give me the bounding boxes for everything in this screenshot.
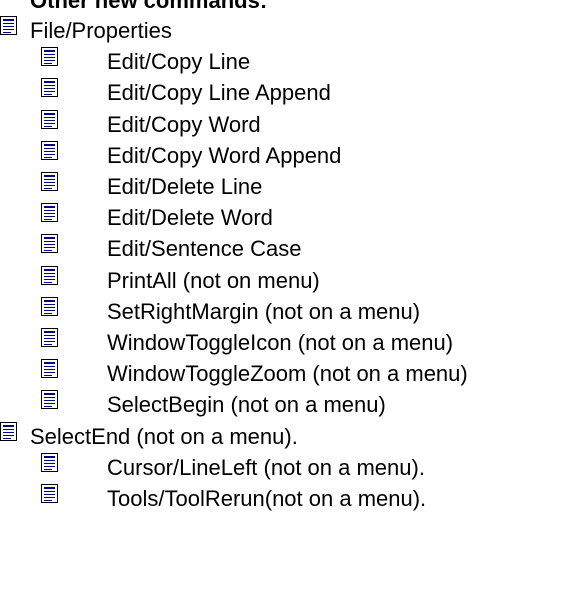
topic-page-icon (41, 265, 58, 285)
topic-page-icon (41, 390, 58, 410)
topic-item[interactable]: SelectBegin (not on a menu) (0, 390, 582, 421)
topic-link[interactable]: Edit/Copy Word (107, 112, 261, 138)
topic-link[interactable]: WindowToggleIcon (not on a menu) (107, 330, 453, 356)
topic-item[interactable]: SelectEnd (not on a menu). (0, 421, 582, 453)
section-heading: Other new commands: (30, 0, 268, 13)
topic-link[interactable]: SetRightMargin (not on a menu) (107, 299, 420, 325)
topic-item[interactable]: WindowToggleZoom (not on a menu) (0, 359, 582, 390)
topic-link[interactable]: Edit/Delete Line (107, 174, 262, 200)
topic-item[interactable]: Edit/Delete Word (0, 203, 582, 234)
topic-link[interactable]: Cursor/LineLeft (not on a menu). (107, 455, 425, 481)
topic-page-icon (41, 484, 58, 503)
topic-link[interactable]: Tools/ToolRerun(not on a menu). (107, 486, 426, 512)
topic-page-icon (41, 140, 58, 160)
topic-item[interactable]: Edit/Sentence Case (0, 234, 582, 265)
topic-item[interactable]: Edit/Copy Word (0, 109, 582, 141)
topic-link[interactable]: Edit/Sentence Case (107, 236, 301, 262)
topic-page-icon (41, 328, 58, 347)
topic-item[interactable]: PrintAll (not on menu) (0, 265, 582, 297)
topic-link[interactable]: Edit/Copy Word Append (107, 143, 341, 169)
topic-page-icon (41, 234, 58, 254)
topic-link[interactable]: Edit/Copy Line Append (107, 80, 331, 106)
topic-item[interactable]: Edit/Copy Line Append (0, 78, 582, 109)
topic-item[interactable]: Edit/Delete Line (0, 172, 582, 203)
topic-page-icon (41, 172, 58, 191)
topic-page-icon (41, 78, 58, 98)
topic-link[interactable]: File/Properties (30, 18, 172, 44)
topic-link[interactable]: SelectBegin (not on a menu) (107, 392, 386, 418)
topic-link[interactable]: PrintAll (not on menu) (107, 268, 320, 294)
topic-item[interactable]: WindowToggleIcon (not on a menu) (0, 328, 582, 359)
topic-item[interactable]: Tools/ToolRerun(not on a menu). (0, 484, 582, 515)
topic-page-icon (41, 296, 58, 316)
topic-page-icon (41, 359, 58, 379)
topic-item[interactable]: Edit/Copy Word Append (0, 140, 582, 172)
topic-link[interactable]: Edit/Copy Line (107, 49, 250, 75)
topic-page-icon (41, 203, 58, 223)
topic-page-icon (41, 47, 58, 67)
topic-link[interactable]: WindowToggleZoom (not on a menu) (107, 361, 468, 387)
topic-page-icon (41, 109, 58, 129)
topic-link[interactable]: SelectEnd (not on a menu). (30, 424, 298, 450)
topic-item[interactable]: Edit/Copy Line (0, 47, 582, 78)
topic-page-icon (0, 16, 17, 35)
topic-item[interactable]: SetRightMargin (not on a menu) (0, 296, 582, 328)
topic-page-icon (0, 421, 17, 441)
topic-item[interactable]: Cursor/LineLeft (not on a menu). (0, 452, 582, 484)
topic-item[interactable]: File/Properties (0, 16, 582, 47)
topic-link[interactable]: Edit/Delete Word (107, 205, 273, 231)
topic-page-icon (41, 452, 58, 472)
